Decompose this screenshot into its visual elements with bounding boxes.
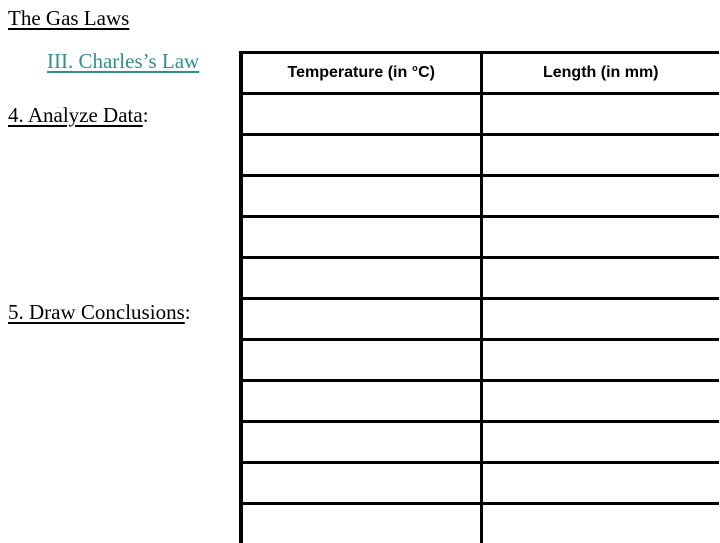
length-cell[interactable] xyxy=(481,135,719,176)
table-row xyxy=(241,504,719,543)
analyze-data-colon: : xyxy=(143,103,149,127)
table-row xyxy=(241,299,719,340)
temperature-cell[interactable] xyxy=(241,422,481,463)
temperature-cell[interactable] xyxy=(241,135,481,176)
length-cell[interactable] xyxy=(481,463,719,504)
section-subtitle: III. Charles’s Law xyxy=(47,49,199,74)
table-row xyxy=(241,340,719,381)
analyze-data-heading: 4. Analyze Data: xyxy=(8,103,149,128)
length-cell[interactable] xyxy=(481,422,719,463)
header-length: Length (in mm) xyxy=(481,53,719,94)
length-cell[interactable] xyxy=(481,94,719,135)
table-row xyxy=(241,258,719,299)
temperature-cell[interactable] xyxy=(241,258,481,299)
length-cell[interactable] xyxy=(481,258,719,299)
table-row xyxy=(241,94,719,135)
page-title: The Gas Laws xyxy=(8,6,129,31)
length-cell[interactable] xyxy=(481,217,719,258)
temperature-cell[interactable] xyxy=(241,299,481,340)
length-cell[interactable] xyxy=(481,299,719,340)
temperature-cell[interactable] xyxy=(241,94,481,135)
temperature-cell[interactable] xyxy=(241,381,481,422)
temperature-cell[interactable] xyxy=(241,504,481,543)
length-cell[interactable] xyxy=(481,504,719,543)
table-body xyxy=(241,94,719,543)
draw-conclusions-colon: : xyxy=(185,300,191,324)
draw-conclusions-heading: 5. Draw Conclusions: xyxy=(8,300,191,325)
table-row xyxy=(241,176,719,217)
draw-conclusions-label: 5. Draw Conclusions xyxy=(8,300,185,324)
temperature-cell[interactable] xyxy=(241,463,481,504)
analyze-data-label: 4. Analyze Data xyxy=(8,103,143,127)
table-row xyxy=(241,381,719,422)
table-row xyxy=(241,135,719,176)
table-row xyxy=(241,463,719,504)
temperature-cell[interactable] xyxy=(241,217,481,258)
table-row xyxy=(241,422,719,463)
header-temperature: Temperature (in °C) xyxy=(241,53,481,94)
table-row xyxy=(241,217,719,258)
data-table: Temperature (in °C) Length (in mm) xyxy=(239,51,719,543)
temperature-cell[interactable] xyxy=(241,176,481,217)
temperature-cell[interactable] xyxy=(241,340,481,381)
table-header-row: Temperature (in °C) Length (in mm) xyxy=(241,53,719,94)
length-cell[interactable] xyxy=(481,381,719,422)
length-cell[interactable] xyxy=(481,176,719,217)
length-cell[interactable] xyxy=(481,340,719,381)
